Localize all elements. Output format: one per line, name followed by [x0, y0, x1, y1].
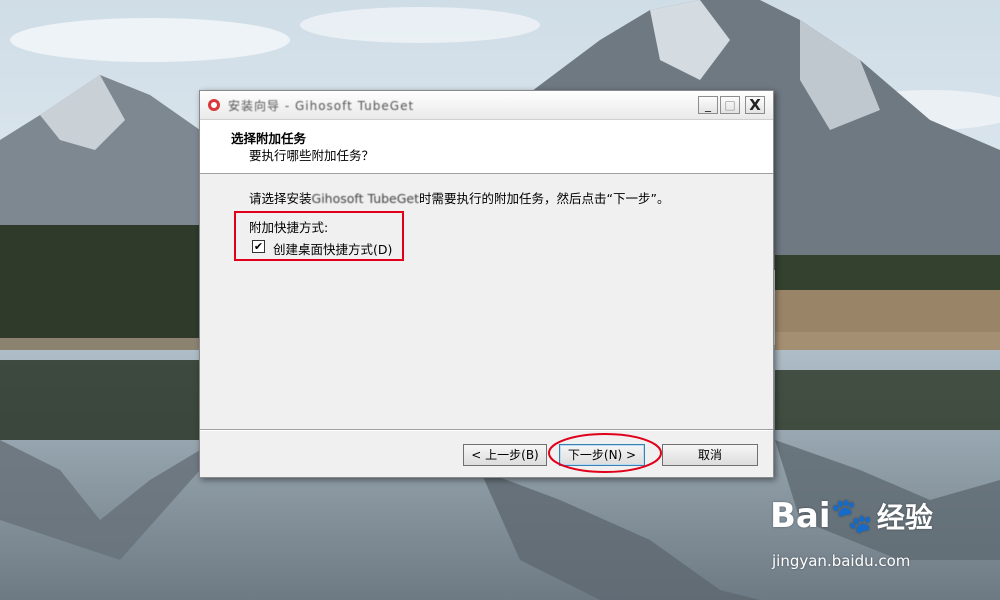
watermark-logo-text: Bai — [770, 496, 831, 536]
title-bar[interactable]: 安装向导 - Gihosoft TubeGet _ □ X — [200, 91, 773, 120]
maximize-button[interactable]: □ — [720, 96, 740, 114]
minimize-button[interactable]: _ — [698, 96, 718, 114]
baidu-jingyan-watermark: Bai🐾 经验 jingyan.baidu.com — [760, 490, 990, 580]
setup-wizard-window: 安装向导 - Gihosoft TubeGet _ □ X 选择附加任务 要执行… — [199, 90, 774, 478]
window-title: 安装向导 - Gihosoft TubeGet — [228, 99, 415, 113]
instruction-suffix: 时需要执行的附加任务，然后点击“下一步”。 — [419, 191, 670, 206]
red-ellipse-annotation — [548, 433, 662, 473]
installer-app-icon — [208, 99, 220, 111]
desktop-shortcut-label[interactable]: 创建桌面快捷方式(D) — [273, 239, 392, 258]
close-button[interactable]: X — [745, 96, 765, 114]
page-subtitle: 要执行哪些附加任务？ — [249, 148, 375, 163]
watermark-logo-text-cn: 经验 — [876, 501, 933, 534]
watermark-url: jingyan.baidu.com — [772, 552, 911, 570]
instruction-prefix: 请选择安装 — [249, 191, 312, 206]
wizard-header: 选择附加任务 要执行哪些附加任务？ — [200, 120, 773, 174]
instruction-app-name: Gihosoft TubeGet — [311, 191, 420, 206]
shortcut-group-label: 附加快捷方式: — [249, 220, 329, 235]
footer-divider — [200, 429, 773, 431]
desktop-shortcut-checkbox[interactable]: ✔ — [252, 240, 265, 253]
watermark-logo: Bai🐾 经验 — [770, 496, 933, 536]
cancel-button[interactable]: 取消 — [662, 444, 758, 466]
wizard-body: 请选择安装Gihosoft TubeGet时需要执行的附加任务，然后点击“下一步… — [200, 174, 773, 429]
paw-icon: 🐾 — [830, 496, 873, 536]
instruction-text: 请选择安装Gihosoft TubeGet时需要执行的附加任务，然后点击“下一步… — [249, 188, 669, 207]
back-button[interactable]: < 上一步(B) — [463, 444, 547, 466]
